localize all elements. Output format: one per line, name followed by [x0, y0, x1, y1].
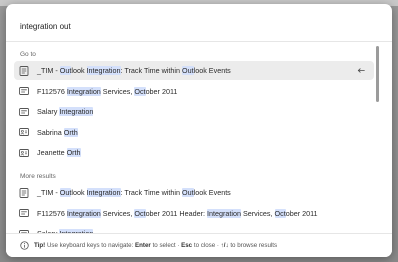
- results-list: Go to _TIM - Outlook Integration: Track …: [6, 43, 392, 233]
- result-title: _TIM - Outlook Integration: Track Time w…: [37, 66, 231, 75]
- document-icon: [19, 187, 29, 198]
- result-title: F112576 Integration Services, October 20…: [37, 86, 178, 96]
- contact-card-icon: [19, 209, 29, 217]
- result-title: Jeanette Orth: [37, 148, 81, 157]
- goto-result-row[interactable]: _TIM - Outlook Integration: Track Time w…: [14, 61, 374, 80]
- person-card-icon: [19, 148, 29, 157]
- person-card-icon: [19, 128, 29, 136]
- result-title: F112576 Integration Services, October 20…: [37, 208, 318, 218]
- more-result-row[interactable]: F112576 Integration Services, October 20…: [14, 204, 374, 223]
- results-scrollbar[interactable]: [376, 46, 379, 102]
- goto-result-row[interactable]: Salary Integration: [14, 102, 374, 121]
- document-icon: [19, 65, 29, 76]
- search-input[interactable]: [20, 19, 370, 33]
- footer-tip-text: Tip! Use keyboard keys to navigate: Ente…: [34, 242, 278, 249]
- enter-key-icon: [357, 68, 365, 73]
- result-title: Sabrina Orth: [37, 127, 78, 137]
- search-row: [6, 4, 392, 42]
- contact-card-icon: [19, 87, 29, 95]
- result-title: Salary Integration: [37, 107, 94, 116]
- result-title: _TIM - Outlook Integration: Track Time w…: [37, 188, 231, 197]
- more-result-row[interactable]: _TIM - Outlook Integration: Track Time w…: [14, 183, 374, 202]
- goto-section-label: Go to: [20, 51, 36, 58]
- contact-card-icon: [19, 107, 29, 116]
- goto-result-row[interactable]: Sabrina Orth: [14, 123, 374, 142]
- more-result-row[interactable]: Salary Integration: [14, 224, 374, 233]
- goto-result-row[interactable]: F112576 Integration Services, October 20…: [14, 82, 374, 101]
- footer-tip-bar: Tip! Use keyboard keys to navigate: Ente…: [6, 233, 392, 257]
- more-results-section-label: More results: [20, 173, 56, 180]
- goto-result-row[interactable]: Jeanette Orth: [14, 143, 374, 162]
- command-palette: Go to _TIM - Outlook Integration: Track …: [6, 4, 392, 257]
- info-circle-icon: [20, 241, 29, 250]
